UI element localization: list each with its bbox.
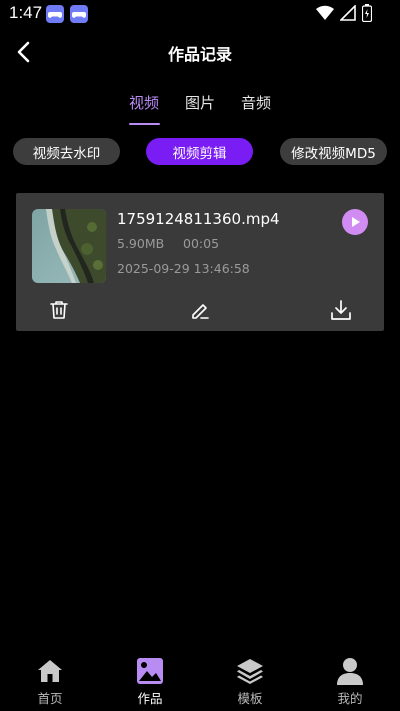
nav-label-templates: 模板: [237, 691, 263, 706]
edit-button[interactable]: [189, 299, 211, 321]
game-controller-icon: [70, 5, 88, 23]
nav-label-home: 首页: [37, 691, 63, 706]
filter-modify-md5[interactable]: 修改视频MD5: [280, 138, 387, 165]
nav-home[interactable]: 首页: [0, 651, 100, 711]
delete-button[interactable]: [48, 299, 70, 321]
file-name: 1759124811360.mp4: [117, 210, 280, 228]
play-icon: [352, 217, 360, 227]
bottom-nav: 首页 作品 模板 我的: [0, 651, 400, 711]
image-icon: [137, 658, 163, 684]
nav-mine[interactable]: 我的: [300, 651, 400, 711]
status-time: 1:47: [9, 3, 43, 22]
nav-templates[interactable]: 模板: [200, 651, 300, 711]
tab-image[interactable]: 图片: [185, 92, 215, 113]
work-item-card[interactable]: 1759124811360.mp4 5.90MB 00:05 2025-09-2…: [16, 193, 384, 331]
play-button[interactable]: [342, 209, 368, 235]
user-icon: [337, 658, 363, 685]
wifi-icon: [316, 5, 334, 25]
signal-icon: [339, 4, 356, 25]
nav-label-mine: 我的: [337, 691, 363, 706]
status-bar: 1:47: [0, 0, 400, 28]
filter-remove-watermark[interactable]: 视频去水印: [13, 138, 120, 165]
tab-audio[interactable]: 音频: [241, 92, 271, 113]
layers-icon: [237, 659, 263, 684]
trash-icon: [50, 301, 68, 319]
video-duration: 00:05: [183, 236, 220, 251]
page-title: 作品记录: [167, 45, 232, 64]
video-thumbnail[interactable]: [32, 209, 106, 283]
download-button[interactable]: [330, 299, 352, 321]
header: 作品记录: [0, 30, 400, 74]
file-size: 5.90MB: [117, 236, 165, 251]
nav-label-works: 作品: [137, 691, 163, 706]
tab-video[interactable]: 视频: [129, 92, 159, 113]
filter-video-edit[interactable]: 视频剪辑: [146, 138, 253, 165]
tab-underline: [129, 123, 160, 125]
download-icon: [331, 300, 351, 320]
game-controller-icon: [46, 5, 64, 23]
edit-icon: [192, 304, 209, 319]
nav-works[interactable]: 作品: [100, 651, 200, 711]
battery-icon: [361, 4, 373, 26]
tab-bar: 视频 图片 音频: [0, 90, 400, 130]
home-icon: [38, 660, 62, 682]
created-date: 2025-09-29 13:46:58: [117, 261, 250, 276]
